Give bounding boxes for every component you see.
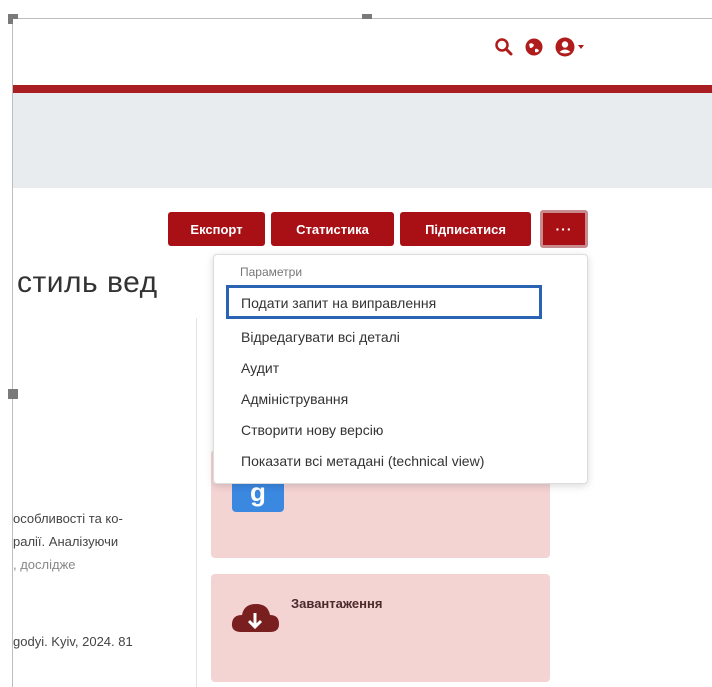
subscribe-button[interactable]: Підписатися <box>400 212 531 246</box>
menu-item-create-new-version[interactable]: Створити нову версію <box>241 422 383 438</box>
cloud-download-icon <box>229 598 281 643</box>
menu-item-request-correction[interactable]: Подати запит на виправлення <box>241 295 436 311</box>
abstract-line: ралії. Аналізуючи <box>13 534 119 549</box>
top-navbar <box>13 19 712 85</box>
resize-handle-middle-left[interactable] <box>8 389 18 399</box>
menu-item-show-all-metadata[interactable]: Показати всі метадані (technical view) <box>241 453 484 469</box>
download-label: Завантаження <box>291 596 383 611</box>
dropdown-header: Параметри <box>240 265 303 279</box>
banner-area <box>13 93 712 188</box>
more-options-button[interactable]: ··· <box>540 210 588 248</box>
menu-item-edit-all-details[interactable]: Відредагувати всі деталі <box>241 329 400 345</box>
chevron-down-icon <box>578 45 584 49</box>
export-button[interactable]: Експорт <box>168 212 265 246</box>
header-accent-stripe <box>13 85 712 93</box>
navbar-icons <box>494 36 584 58</box>
abstract-line: , дослідже <box>13 557 76 572</box>
page-title: стиль вед <box>17 266 158 299</box>
globe-icon[interactable] <box>524 37 544 57</box>
citation-text: godyi. Kyiv, 2024. 81 <box>13 634 133 649</box>
menu-item-audit[interactable]: Аудит <box>241 360 279 376</box>
abstract-line: особливості та ко- <box>13 511 123 526</box>
statistics-button[interactable]: Статистика <box>271 212 394 246</box>
search-icon[interactable] <box>494 37 514 57</box>
download-card[interactable]: Завантаження <box>211 574 550 682</box>
menu-item-administration[interactable]: Адміністрування <box>241 391 348 407</box>
user-icon[interactable] <box>554 36 584 58</box>
column-divider <box>196 318 197 687</box>
options-dropdown-menu: Параметри Подати запит на виправлення Ві… <box>213 254 588 484</box>
